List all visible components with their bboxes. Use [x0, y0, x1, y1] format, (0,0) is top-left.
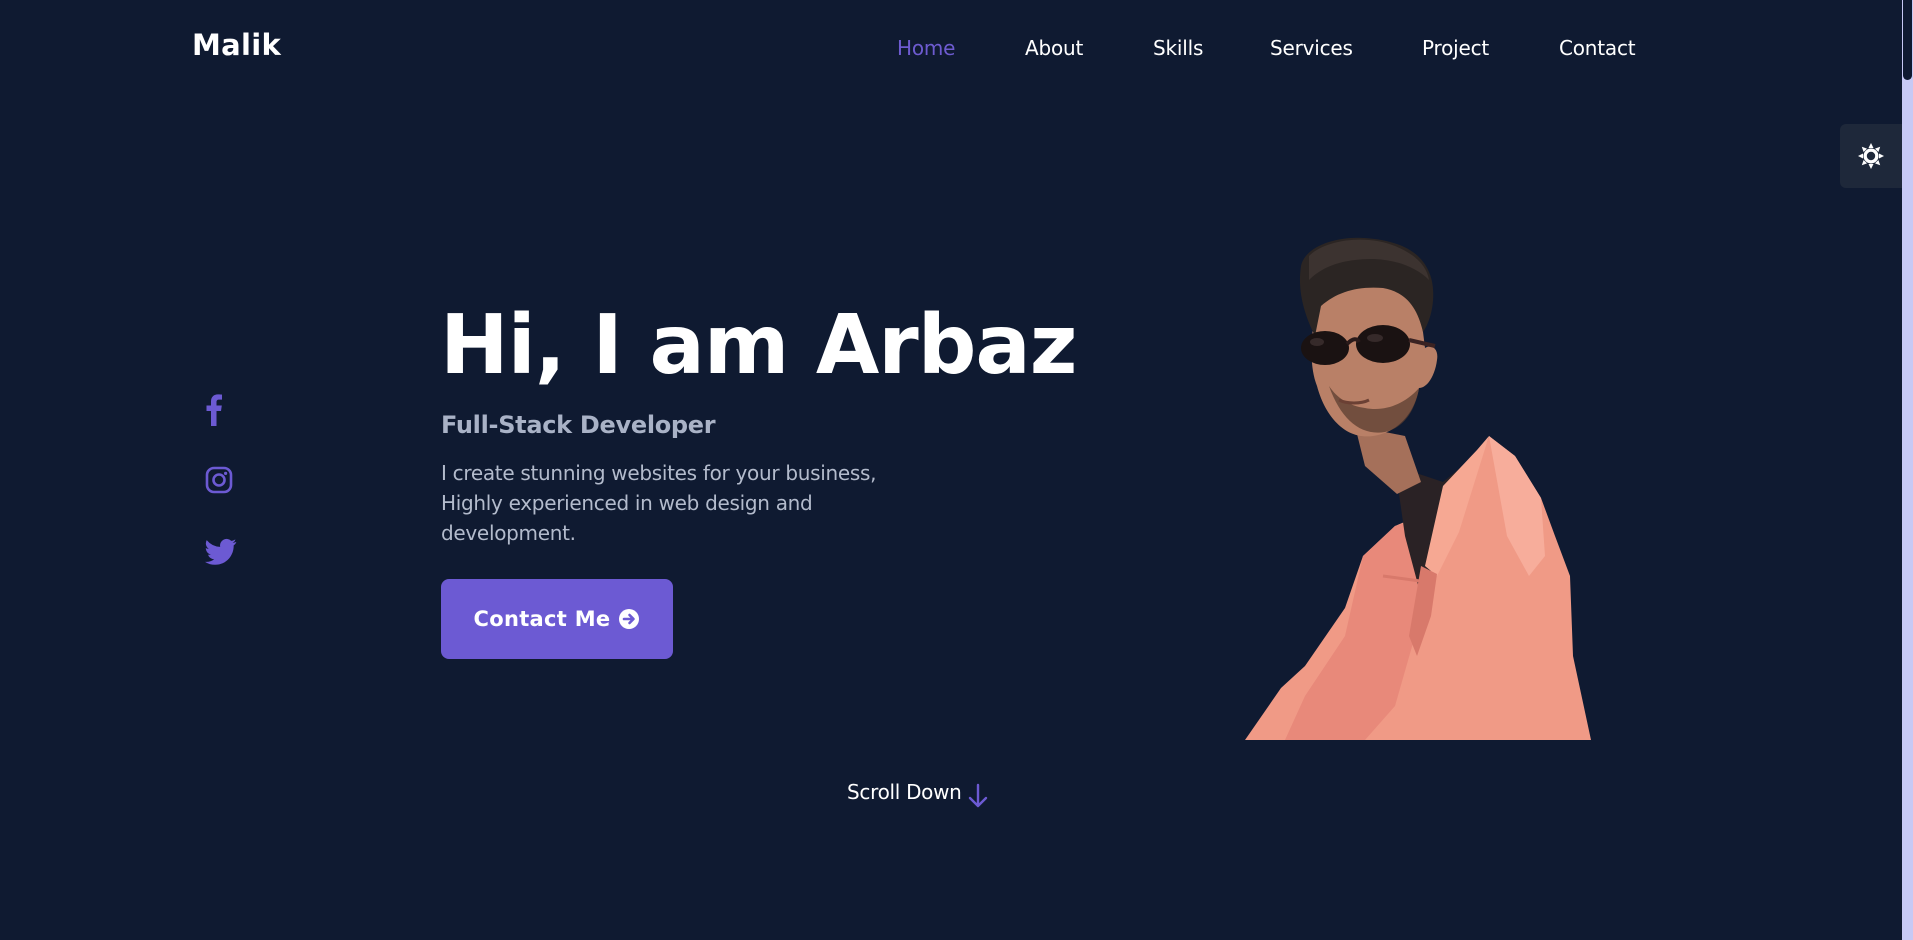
sun-icon — [1858, 143, 1884, 169]
instagram-link[interactable] — [205, 466, 237, 498]
theme-toggle-button[interactable] — [1840, 124, 1902, 188]
nav-project[interactable]: Project — [1422, 36, 1489, 60]
facebook-link[interactable] — [200, 392, 232, 426]
arrow-down-icon — [968, 783, 987, 808]
hero-subtitle: Full-Stack Developer — [441, 411, 716, 439]
facebook-icon — [206, 394, 222, 426]
scroll-down-label: Scroll Down — [847, 780, 962, 804]
page-scrollbar-thumb[interactable] — [1903, 0, 1912, 80]
twitter-link[interactable] — [205, 538, 237, 570]
hero-description: I create stunning websites for your busi… — [441, 461, 877, 545]
nav-services[interactable]: Services — [1270, 36, 1353, 60]
nav-skills[interactable]: Skills — [1153, 36, 1203, 60]
nav-contact[interactable]: Contact — [1559, 36, 1636, 60]
portfolio-page: Malik Home About Skills Services Project… — [0, 0, 1913, 940]
scroll-down-link[interactable]: Scroll Down — [847, 774, 990, 810]
page-scrollbar-track[interactable] — [1902, 0, 1913, 940]
hero-title: Hi, I am Arbaz — [440, 298, 1077, 393]
contact-me-label: Contact Me — [473, 607, 611, 631]
nav-home[interactable]: Home — [897, 36, 955, 60]
profile-photo — [1245, 237, 1591, 740]
twitter-icon — [205, 538, 237, 565]
instagram-icon — [205, 466, 233, 494]
arrow-right-circle-icon — [619, 609, 640, 629]
nav-about[interactable]: About — [1025, 36, 1083, 60]
contact-me-button[interactable]: Contact Me — [441, 579, 673, 659]
main-nav: Home About Skills Services Project Conta… — [0, 36, 1913, 64]
